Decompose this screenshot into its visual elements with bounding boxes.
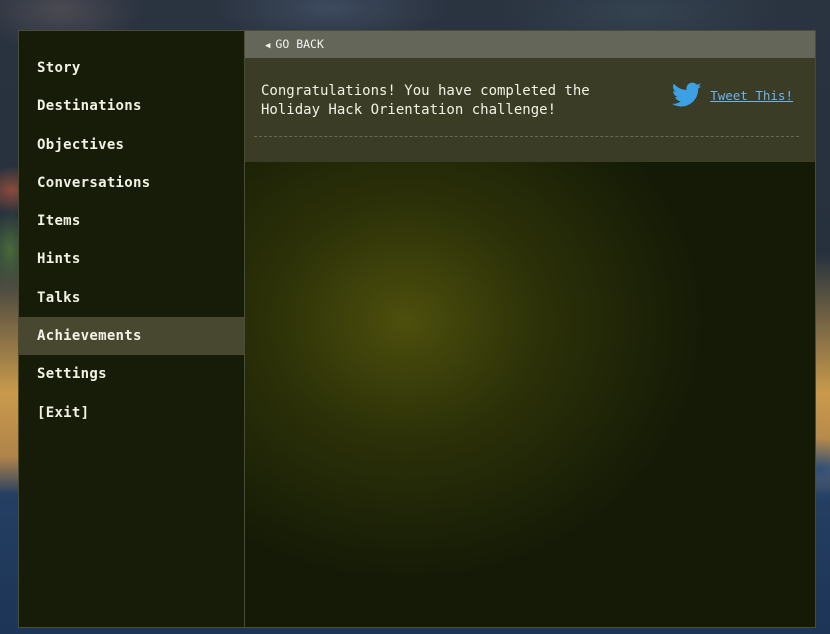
sidebar-menu: Story Destinations Objectives Conversati… [19,31,245,627]
sidebar-item-items[interactable]: Items [19,202,244,240]
tweet-action: Tweet This! [671,82,793,108]
achievements-content: ◀ GO BACK Congratulations! You have compl… [245,31,815,627]
achievement-list: Congratulations! You have completed the … [245,58,815,162]
sidebar-item-destinations[interactable]: Destinations [19,87,244,125]
menu-overlay-panel: Story Destinations Objectives Conversati… [18,30,816,628]
achievement-text: Congratulations! You have completed the … [261,83,590,118]
sidebar-item-achievements[interactable]: Achievements [19,317,244,356]
go-back-label: GO BACK [275,37,324,51]
sidebar-item-talks[interactable]: Talks [19,279,244,317]
list-item: Congratulations! You have completed the … [254,82,799,137]
twitter-bird-icon[interactable] [671,82,702,108]
sidebar-item-story[interactable]: Story [19,49,244,87]
left-triangle-icon: ◀ [265,41,271,51]
sidebar-item-exit[interactable]: [Exit] [19,394,244,432]
sidebar-item-objectives[interactable]: Objectives [19,126,244,164]
sidebar-item-conversations[interactable]: Conversations [19,164,244,202]
sidebar-item-settings[interactable]: Settings [19,355,244,393]
tweet-this-link[interactable]: Tweet This! [710,88,793,103]
sidebar-item-hints[interactable]: Hints [19,240,244,278]
go-back-button[interactable]: ◀ GO BACK [245,31,815,58]
